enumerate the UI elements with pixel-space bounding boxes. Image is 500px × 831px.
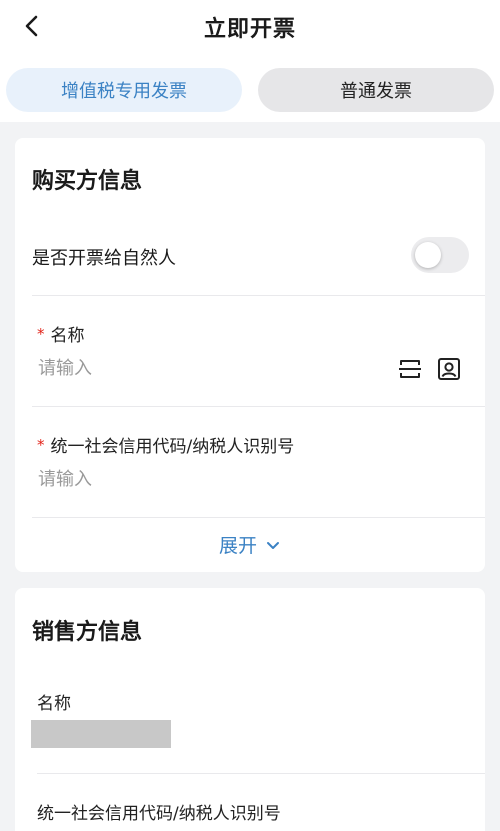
- scan-icon: [399, 360, 421, 378]
- buyer-tax-id-label: * 统一社会信用代码/纳税人识别号: [37, 432, 294, 457]
- navigation-bar: 立即开票: [0, 0, 500, 54]
- chevron-down-icon: [267, 542, 279, 549]
- page-title: 立即开票: [203, 17, 296, 42]
- required-mark: *: [37, 436, 45, 454]
- seller-section-title: 销售方信息: [32, 620, 143, 645]
- required-mark: *: [37, 325, 45, 343]
- buyer-name-label: * 名称: [37, 321, 85, 346]
- tab-vat-special-invoice[interactable]: 增值税专用发票: [6, 68, 242, 112]
- divider: [32, 406, 485, 407]
- expand-button[interactable]: 展开: [15, 531, 485, 558]
- buyer-name-label-text: 名称: [50, 326, 85, 346]
- buyer-section-title: 购买方信息: [32, 169, 143, 194]
- buyer-tax-id-input[interactable]: [38, 464, 338, 494]
- tab-general-invoice[interactable]: 普通发票: [258, 68, 494, 112]
- top-bar: 立即开票 增值税专用发票 普通发票: [0, 0, 500, 122]
- seller-info-card: 销售方信息 名称 统一社会信用代码/纳税人识别号: [15, 588, 485, 831]
- divider: [32, 295, 485, 296]
- seller-tax-id-label: 统一社会信用代码/纳税人识别号: [37, 804, 281, 824]
- seller-name-label: 名称: [37, 694, 71, 714]
- natural-person-label: 是否开票给自然人: [32, 248, 176, 269]
- divider: [32, 517, 485, 518]
- expand-label: 展开: [218, 535, 257, 557]
- scan-button[interactable]: [397, 356, 423, 382]
- contact-button[interactable]: [436, 356, 462, 382]
- buyer-tax-id-label-text: 统一社会信用代码/纳税人识别号: [50, 437, 295, 457]
- back-button[interactable]: [20, 13, 46, 39]
- invoice-type-tabs: 增值税专用发票 普通发票: [6, 68, 494, 112]
- natural-person-toggle[interactable]: [411, 237, 469, 273]
- buyer-info-card: 购买方信息 是否开票给自然人 *名称 *统一社会信用代码/纳: [15, 138, 485, 572]
- buyer-name-input[interactable]: [38, 353, 338, 383]
- redacted-seller-name: [31, 720, 171, 748]
- divider: [37, 773, 485, 774]
- chevron-left-icon: [25, 15, 38, 37]
- contact-card-icon: [438, 358, 460, 380]
- toggle-knob: [415, 242, 441, 268]
- invoice-page: 立即开票 增值税专用发票 普通发票 购买方信息 是否开票给自然人 * 名称 请输…: [0, 0, 500, 831]
